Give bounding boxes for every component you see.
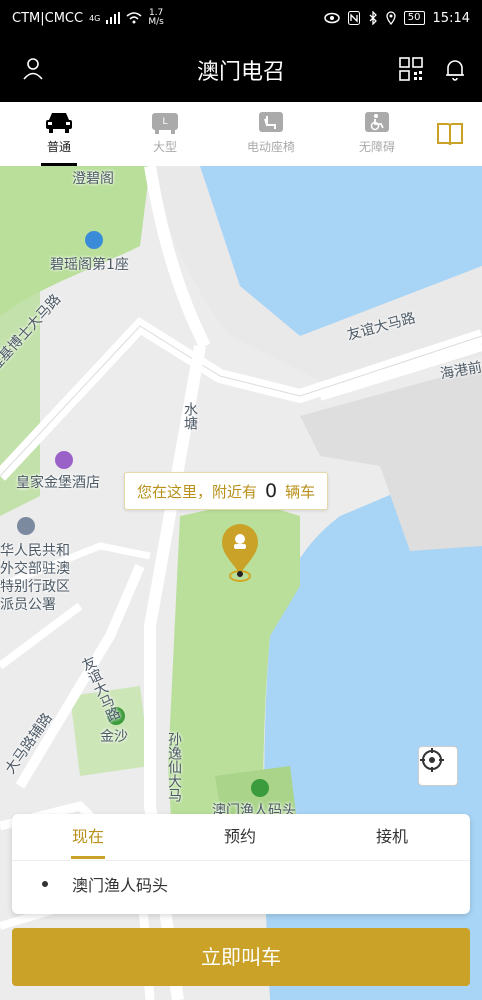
tab-label: 大型: [152, 140, 177, 154]
call-taxi-button[interactable]: 立即叫车: [12, 928, 470, 986]
status-bar: CTM|CMCC 4G 1.7 M/s 50 15:14: [0, 0, 482, 36]
map-label: 水塘: [182, 402, 198, 430]
map-label: 孙逸仙大马: [166, 732, 182, 802]
eye-icon: [324, 12, 340, 24]
bubble-prefix: 您在这里，附近有: [137, 482, 258, 501]
power-seat-icon: [259, 112, 283, 132]
map-label: 皇家金堡酒店: [16, 475, 100, 491]
wheelchair-icon: [365, 112, 389, 132]
svg-text:L: L: [162, 117, 167, 127]
map-label: 华人民共和: [0, 543, 70, 559]
tab-label: 无障碍: [358, 140, 395, 154]
tab-now[interactable]: 现在: [12, 814, 164, 860]
map-label: 金沙: [100, 729, 128, 745]
tab-standard[interactable]: 普通: [4, 102, 114, 166]
bluetooth-icon: [369, 11, 377, 25]
network-speed: 1.7 M/s: [148, 8, 164, 27]
location-dot-icon: [42, 881, 48, 887]
app-header: 澳门电召: [0, 36, 482, 102]
tab-active-indicator: [71, 856, 105, 859]
tab-label: 普通: [46, 140, 71, 154]
car-icon: [46, 113, 72, 133]
map-label: 派员公署: [0, 597, 56, 613]
map-label: 碧瑶阁第1座: [50, 257, 129, 273]
vehicle-type-tabs: 普通 L 大型 电动座椅 无障碍: [0, 102, 482, 167]
tab-accessible[interactable]: 无障碍: [322, 102, 432, 166]
battery-indicator: 50: [403, 11, 425, 25]
crosshair-icon: [420, 748, 444, 772]
bubble-suffix: 辆车: [285, 482, 316, 501]
book-icon[interactable]: [436, 120, 464, 148]
nearby-car-count: 0: [265, 480, 278, 502]
pickup-location-field[interactable]: 澳门渔人码头: [42, 872, 168, 896]
bell-icon[interactable]: [440, 54, 470, 84]
map-label: 外交部驻澳: [0, 561, 70, 577]
divider: [12, 860, 470, 861]
carrier-label: CTM|CMCC: [12, 10, 84, 26]
network-label: 4G: [89, 13, 101, 23]
locate-me-button[interactable]: [418, 746, 458, 786]
booking-panel: 现在 预约 接机 澳门渔人码头: [12, 814, 470, 914]
location-icon: [386, 11, 396, 25]
map-label: 澄碧阁: [72, 171, 114, 187]
tab-large[interactable]: L 大型: [110, 102, 220, 166]
nearby-cars-bubble: 您在这里，附近有 0 辆车: [124, 472, 329, 510]
qr-code-icon[interactable]: [396, 54, 426, 84]
clock: 15:14: [432, 10, 470, 26]
signal-icon: [106, 12, 121, 24]
pickup-location-text: 澳门渔人码头: [72, 876, 169, 895]
tab-airport-pickup[interactable]: 接机: [316, 814, 468, 860]
wifi-icon: [126, 12, 142, 24]
nfc-icon: [347, 11, 360, 25]
tab-label: 电动座椅: [246, 140, 295, 154]
large-car-icon: L: [152, 113, 178, 134]
tab-reserve[interactable]: 预约: [164, 814, 316, 860]
map-label: 特别行政区: [0, 579, 70, 595]
tab-power-seat[interactable]: 电动座椅: [216, 102, 326, 166]
